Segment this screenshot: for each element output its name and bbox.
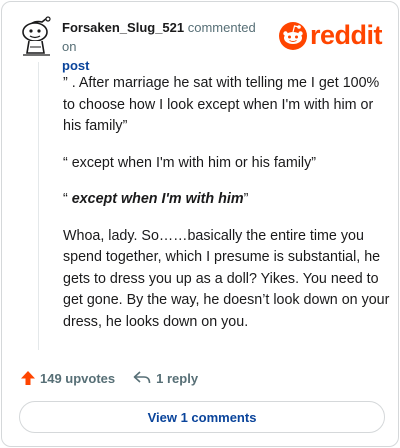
comment-paragraph: “ except when I'm with him or his family… (63, 154, 316, 171)
thread-line (38, 62, 39, 350)
reply-arrow-icon (133, 371, 151, 384)
upvote-count: 149 upvotes (40, 370, 116, 386)
reddit-wordmark: reddit (310, 20, 383, 50)
reply-button[interactable]: 1 reply (133, 371, 198, 386)
reply-count: 1 reply (156, 370, 199, 386)
view-comments-button[interactable]: View 1 comments (19, 401, 385, 433)
reddit-logo[interactable]: reddit (278, 19, 388, 53)
comment-meta: Forsaken_Slug_521 commented on post (62, 18, 272, 75)
emphasis-close-quote: ” (243, 191, 249, 207)
reddit-logo-icon (279, 22, 307, 50)
username-link[interactable]: Forsaken_Slug_521 (62, 20, 184, 35)
upvote-button[interactable]: 149 upvotes (20, 370, 115, 386)
comment-body: ” . After marriage he sat with telling m… (63, 73, 393, 348)
upvote-arrow-icon (21, 371, 35, 385)
comment-card: Forsaken_Slug_521 commented on post redd… (1, 1, 399, 447)
snoo-avatar-icon[interactable] (20, 16, 54, 56)
comment-actions: 149 upvotes 1 reply (20, 367, 198, 389)
comment-emphasis-paragraph: “ except when I'm with him” (63, 189, 393, 211)
comment-paragraph: ” . After marriage he sat with telling m… (63, 75, 380, 134)
comment-paragraph: Whoa, lady. So……basically the entire tim… (63, 227, 390, 330)
emphasis-text: except when I'm with him (71, 191, 244, 207)
emphasis-open-quote: “ (63, 191, 72, 207)
